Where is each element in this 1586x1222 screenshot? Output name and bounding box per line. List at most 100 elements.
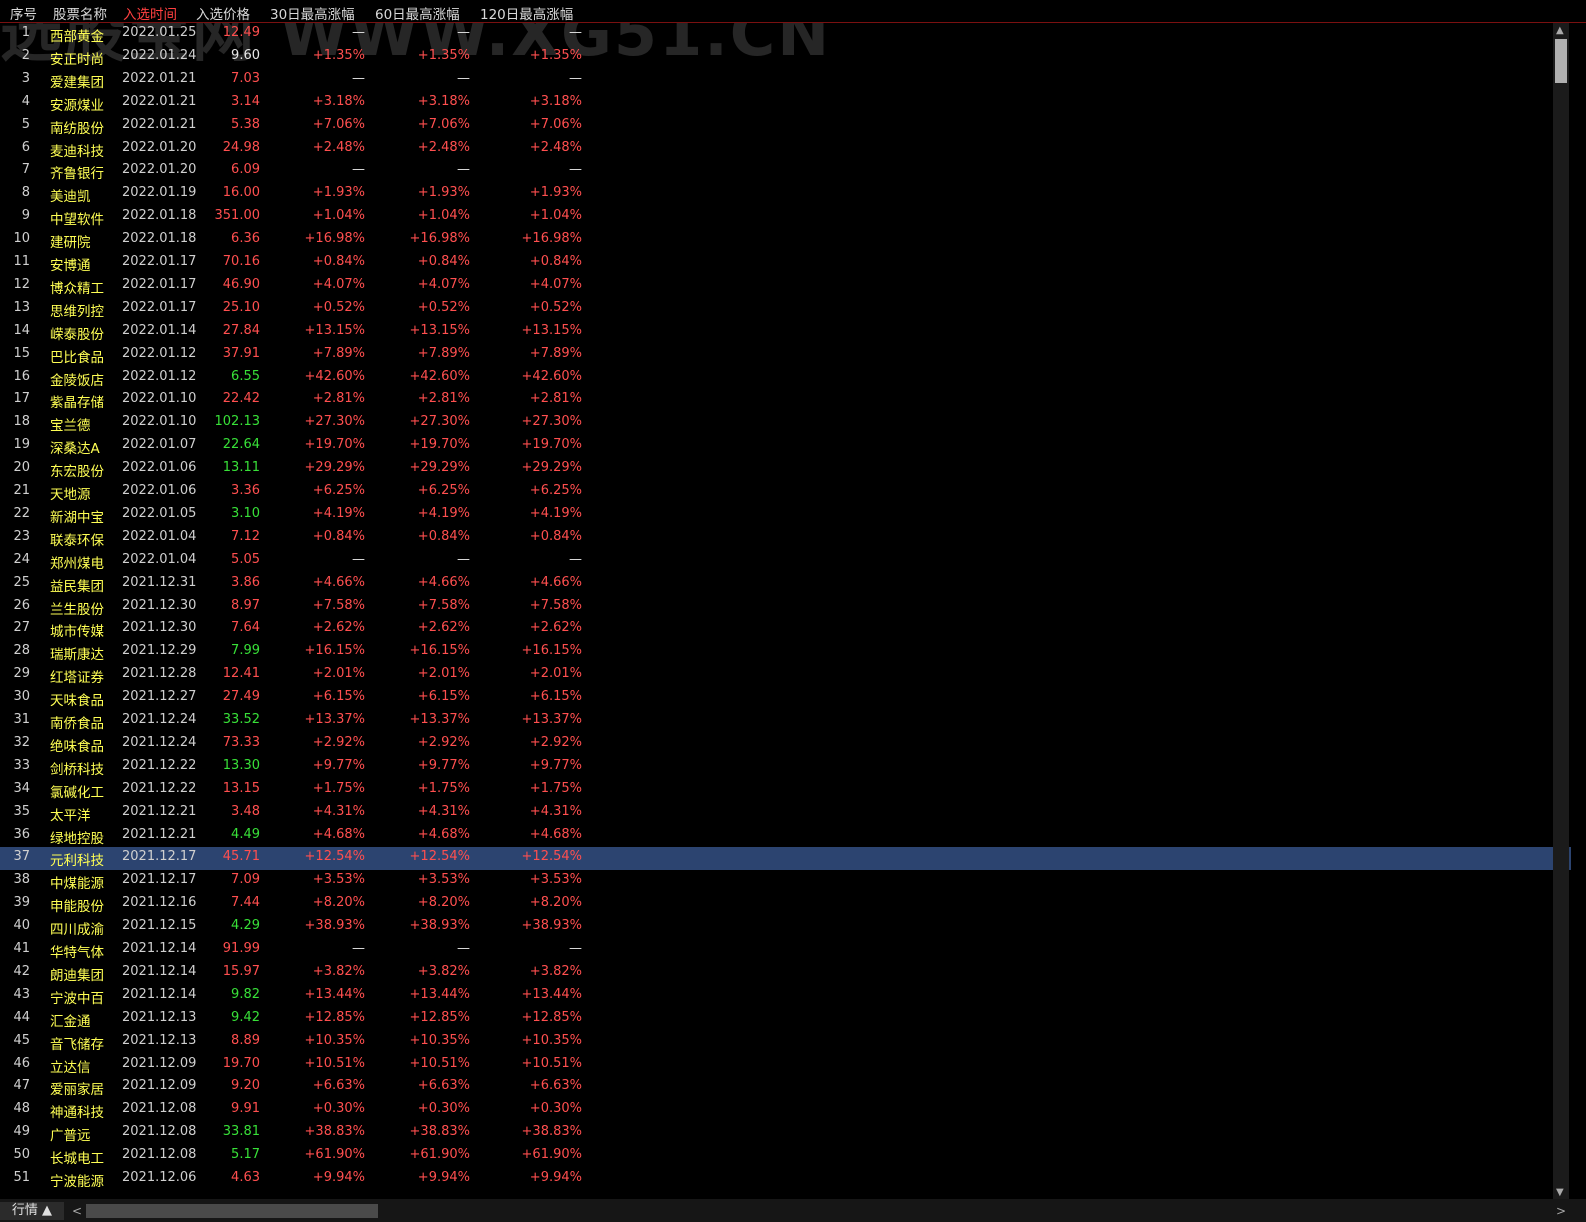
table-row[interactable]: 24 郑州煤电 2022.01.04 5.05 — — — — [0, 550, 1571, 573]
horizontal-scroll-thumb[interactable] — [86, 1204, 378, 1218]
table-row[interactable]: 27 城市传媒 2021.12.30 7.64 +2.62% +2.62% +2.62% — [0, 618, 1571, 641]
gain-60d: +38.83% — [409, 1124, 470, 1140]
table-row[interactable]: 34 氯碱化工 2021.12.22 13.15 +1.75% +1.75% +1.75% — [0, 779, 1571, 802]
table-row[interactable]: 15 巴比食品 2022.01.12 37.91 +7.89% +7.89% +7.89% — [0, 344, 1571, 367]
gain-30d: — — [352, 70, 365, 86]
row-index: 28 — [13, 643, 30, 659]
row-index: 23 — [13, 528, 30, 544]
table-row[interactable]: 47 爱丽家居 2021.12.09 9.20 +6.63% +6.63% +6.63% — [0, 1076, 1571, 1099]
gain-30d: +13.44% — [304, 986, 365, 1002]
header-60d-gain[interactable]: 60日最高涨幅 — [375, 3, 460, 23]
table-row[interactable]: 35 太平洋 2021.12.21 3.48 +4.31% +4.31% +4.31% — [0, 802, 1571, 825]
header-select-time[interactable]: 入选时间 — [123, 3, 177, 23]
table-row[interactable]: 41 华特气体 2021.12.14 91.99 — — — — [0, 939, 1571, 962]
table-row[interactable]: 32 绝味食品 2021.12.24 73.33 +2.92% +2.92% +2.92% — [0, 733, 1571, 756]
gain-30d: +3.53% — [312, 872, 365, 888]
table-row[interactable]: 38 中煤能源 2021.12.17 7.09 +3.53% +3.53% +3.53% — [0, 870, 1571, 893]
table-row[interactable]: 33 剑桥科技 2021.12.22 13.30 +9.77% +9.77% +9.77% — [0, 756, 1571, 779]
row-index: 12 — [13, 276, 30, 292]
gain-60d: +0.84% — [417, 528, 470, 544]
table-row[interactable]: 17 紫晶存储 2022.01.10 22.42 +2.81% +2.81% +2.81% — [0, 389, 1571, 412]
select-price: 91.99 — [222, 941, 260, 956]
vertical-scrollbar[interactable]: ▲ ▼ — [1553, 23, 1569, 1200]
table-row[interactable]: 18 宝兰德 2022.01.10 102.13 +27.30% +27.30% +27.3… — [0, 412, 1571, 435]
gain-120d: +12.85% — [521, 1009, 582, 1025]
gain-60d: +19.70% — [409, 437, 470, 453]
gain-120d: +2.92% — [529, 734, 582, 750]
stock-name: 美迪凯 — [50, 189, 91, 206]
table-row[interactable]: 46 立达信 2021.12.09 19.70 +10.51% +10.51% +10.51… — [0, 1054, 1571, 1077]
table-row[interactable]: 28 瑞斯康达 2021.12.29 7.99 +16.15% +16.15% +16.15… — [0, 641, 1571, 664]
header-120d-gain[interactable]: 120日最高涨幅 — [480, 3, 573, 23]
table-row[interactable]: 20 东宏股份 2022.01.06 13.11 +29.29% +29.29% +29.2… — [0, 458, 1571, 481]
scroll-left-icon[interactable]: < — [72, 1204, 82, 1218]
table-row[interactable]: 19 深桑达A 2022.01.07 22.64 +19.70% +19.70% +19.7… — [0, 435, 1571, 458]
gain-120d: +6.25% — [529, 483, 582, 498]
select-price: 16.00 — [222, 185, 260, 201]
gain-60d: +16.15% — [409, 643, 470, 659]
table-row[interactable]: 26 兰生股份 2021.12.30 8.97 +7.58% +7.58% +7.58% — [0, 596, 1571, 619]
gain-30d: +1.35% — [312, 47, 365, 63]
table-row[interactable]: 29 红塔证券 2021.12.28 12.41 +2.01% +2.01% +2.01% — [0, 664, 1571, 687]
table-row[interactable]: 9 中望软件 2022.01.18 351.00 +1.04% +1.04% +1.04% — [0, 206, 1571, 229]
table-row[interactable]: 14 嵘泰股份 2022.01.14 27.84 +13.15% +13.15% +13.1… — [0, 321, 1571, 344]
table-row[interactable]: 45 音飞储存 2021.12.13 8.89 +10.35% +10.35% +10.35… — [0, 1031, 1571, 1054]
table-row[interactable]: 42 朗迪集团 2021.12.14 15.97 +3.82% +3.82% +3.82% — [0, 962, 1571, 985]
table-row[interactable]: 10 建研院 2022.01.18 6.36 +16.98% +16.98% +16.98% — [0, 229, 1571, 252]
select-date: 2021.12.30 — [122, 620, 197, 636]
table-row[interactable]: 30 天味食品 2021.12.27 27.49 +6.15% +6.15% +6.15% — [0, 687, 1571, 710]
gain-120d: +38.93% — [521, 918, 582, 934]
row-index: 1 — [21, 25, 30, 40]
table-row[interactable]: 6 麦迪科技 2022.01.20 24.98 +2.48% +2.48% +2.48% — [0, 138, 1571, 161]
gain-120d: +2.48% — [529, 139, 582, 155]
header-select-price[interactable]: 入选价格 — [196, 3, 250, 23]
table-row[interactable]: 5 南纺股份 2022.01.21 5.38 +7.06% +7.06% +7.06% — [0, 115, 1571, 138]
header-index[interactable]: 序号 — [10, 3, 37, 23]
header-30d-gain[interactable]: 30日最高涨幅 — [270, 3, 355, 23]
select-date: 2022.01.21 — [122, 116, 197, 132]
gain-120d: — — [569, 551, 582, 567]
table-row[interactable]: 12 博众精工 2022.01.17 46.90 +4.07% +4.07% +4.07% — [0, 275, 1571, 298]
table-row[interactable]: 1 西部黄金 2022.01.25 12.49 — — — — [0, 23, 1571, 46]
table-row[interactable]: 48 神通科技 2021.12.08 9.91 +0.30% +0.30% +0.30% — [0, 1099, 1571, 1122]
scroll-up-icon[interactable]: ▲ — [1556, 25, 1564, 36]
gain-120d: +4.07% — [529, 276, 582, 292]
select-date: 2021.12.17 — [122, 849, 197, 865]
table-row[interactable]: 21 天地源 2022.01.06 3.36 +6.25% +6.25% +6.25% — [0, 481, 1571, 504]
table-row[interactable]: 43 宁波中百 2021.12.14 9.82 +13.44% +13.44% +13.44… — [0, 985, 1571, 1008]
table-row[interactable]: 22 新湖中宝 2022.01.05 3.10 +4.19% +4.19% +4.19% — [0, 504, 1571, 527]
table-row[interactable]: 25 益民集团 2021.12.31 3.86 +4.66% +4.66% +4.66% — [0, 573, 1571, 596]
table-row[interactable]: 49 广普远 2021.12.08 33.81 +38.83% +38.83% +38.83… — [0, 1122, 1571, 1145]
table-row[interactable]: 23 联泰环保 2022.01.04 7.12 +0.84% +0.84% +0.84% — [0, 527, 1571, 550]
table-row[interactable]: 31 南侨食品 2021.12.24 33.52 +13.37% +13.37% +13.3… — [0, 710, 1571, 733]
scroll-down-icon[interactable]: ▼ — [1556, 1187, 1564, 1198]
gain-30d: +0.84% — [312, 528, 365, 544]
tab-market[interactable]: 行情 ▲ — [0, 1202, 64, 1220]
select-price: 24.98 — [222, 139, 260, 155]
gain-60d: +13.44% — [409, 986, 470, 1002]
table-row[interactable]: 37 元利科技 2021.12.17 45.71 +12.54% +12.54% +12.5… — [0, 847, 1571, 871]
gain-30d: +4.07% — [312, 276, 365, 292]
table-row[interactable]: 8 美迪凯 2022.01.19 16.00 +1.93% +1.93% +1.93% — [0, 183, 1571, 206]
table-row[interactable]: 44 汇金通 2021.12.13 9.42 +12.85% +12.85% +12.85% — [0, 1008, 1571, 1031]
select-price: 4.29 — [231, 918, 260, 934]
gain-120d: +1.04% — [529, 208, 582, 224]
select-date: 2021.12.15 — [122, 918, 197, 934]
row-index: 24 — [13, 551, 30, 567]
vertical-scroll-thumb[interactable] — [1555, 39, 1567, 83]
select-date: 2021.12.22 — [122, 780, 197, 796]
header-stock-name[interactable]: 股票名称 — [53, 3, 107, 23]
table-row[interactable]: 7 齐鲁银行 2022.01.20 6.09 — — — — [0, 160, 1571, 183]
table-row[interactable]: 13 思维列控 2022.01.17 25.10 +0.52% +0.52% +0.52% — [0, 298, 1571, 321]
table-row[interactable]: 39 申能股份 2021.12.16 7.44 +8.20% +8.20% +8.20% — [0, 893, 1571, 916]
table-row[interactable]: 40 四川成渝 2021.12.15 4.29 +38.93% +38.93% +38.93… — [0, 916, 1571, 939]
table-row[interactable]: 16 金陵饭店 2022.01.12 6.55 +42.60% +42.60% +42.60… — [0, 367, 1571, 390]
scroll-right-icon[interactable]: > — [1556, 1204, 1566, 1218]
table-row[interactable]: 11 安博通 2022.01.17 70.16 +0.84% +0.84% +0.84% — [0, 252, 1571, 275]
table-row[interactable]: 51 宁波能源 2021.12.06 4.63 +9.94% +9.94% +9.94% — [0, 1168, 1571, 1191]
table-row[interactable]: 50 长城电工 2021.12.08 5.17 +61.90% +61.90% +61.90… — [0, 1145, 1571, 1168]
table-row[interactable]: 2 安正时尚 2022.01.24 9.60 +1.35% +1.35% +1.35% — [0, 46, 1571, 69]
table-row[interactable]: 36 绿地控股 2021.12.21 4.49 +4.68% +4.68% +4.68% — [0, 825, 1571, 848]
table-row[interactable]: 3 爱建集团 2022.01.21 7.03 — — — — [0, 69, 1571, 92]
table-row[interactable]: 4 安源煤业 2022.01.21 3.14 +3.18% +3.18% +3.18% — [0, 92, 1571, 115]
